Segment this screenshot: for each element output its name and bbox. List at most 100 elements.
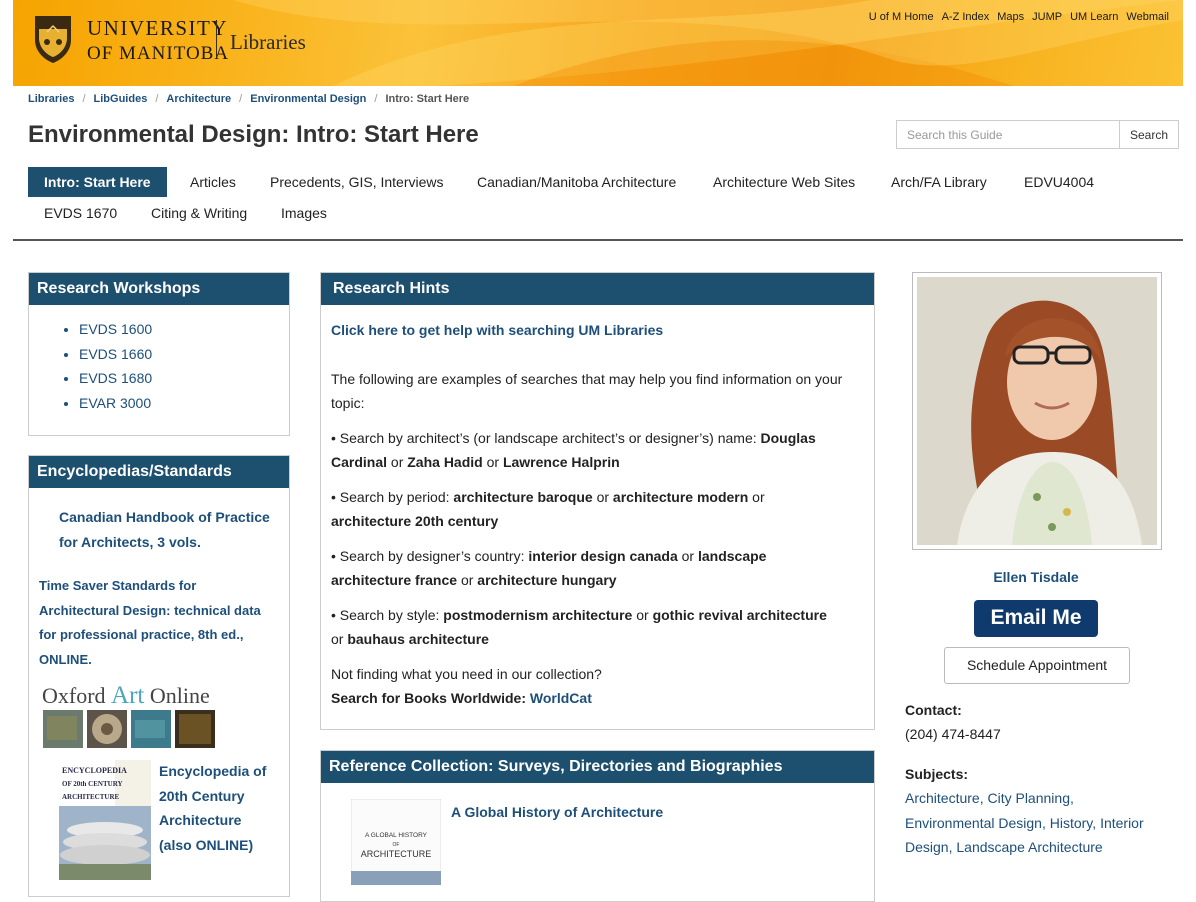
search-term: Douglas xyxy=(760,430,816,446)
hint-text: • Search by style: xyxy=(331,607,444,623)
header-banner: UNIVERSITY OF MANITOBA Libraries U of M … xyxy=(13,0,1183,86)
search-term: Lawrence Halprin xyxy=(502,454,620,470)
link-canadian-handbook[interactable]: Canadian Handbook of Practice for Archit… xyxy=(59,505,270,554)
hint-text: or xyxy=(592,489,613,505)
tab-architecture-web-sites[interactable]: Architecture Web Sites xyxy=(697,167,871,197)
breadcrumb-libguides[interactable]: LibGuides xyxy=(94,93,148,105)
contact-label: Contact: xyxy=(905,702,962,718)
reference-collection-box: Reference Collection: Surveys, Directori… xyxy=(320,750,875,902)
schedule-appointment-button[interactable]: Schedule Appointment xyxy=(944,647,1130,684)
link-line: for professional practice, 8th ed., xyxy=(39,627,244,642)
oxford-art-thumbnails[interactable] xyxy=(43,710,215,750)
top-link-home[interactable]: U of M Home xyxy=(869,11,934,23)
hint-text: or xyxy=(748,489,765,505)
top-link-jump[interactable]: JUMP xyxy=(1032,11,1062,23)
tab-precedents[interactable]: Precedents, GIS, Interviews xyxy=(254,167,460,197)
not-finding-text: Not finding what you need in our collect… xyxy=(331,666,602,682)
hint-text: or xyxy=(331,631,348,647)
research-workshops-box: Research Workshops EVDS 1600 EVDS 1660 E… xyxy=(28,272,290,436)
oxford-art-online-logo[interactable]: Oxford Art Online xyxy=(42,682,210,710)
libraries-title[interactable]: Libraries xyxy=(230,30,306,55)
breadcrumb-libraries[interactable]: Libraries xyxy=(28,93,74,105)
workshop-link-evar-3000[interactable]: EVAR 3000 xyxy=(79,391,289,416)
link-line: Time Saver Standards for xyxy=(39,578,197,593)
page-title: Environmental Design: Intro: Start Here xyxy=(28,121,479,148)
search-term: gothic revival architecture xyxy=(652,607,827,623)
subject-link-architecture[interactable]: Architecture xyxy=(905,790,980,806)
link-global-history-architecture[interactable]: A Global History of Architecture xyxy=(451,804,663,820)
hint-period: • Search by period: architecture baroque… xyxy=(331,485,856,533)
search-term: architecture modern xyxy=(612,489,749,505)
link-line: Architecture xyxy=(159,812,242,828)
cover-text: ARCHITECTURE xyxy=(361,849,432,859)
link-line: 20th Century xyxy=(159,787,245,804)
tabs-divider xyxy=(13,239,1183,241)
subject-link-landscape-architecture[interactable]: Landscape Architecture xyxy=(956,839,1102,855)
tab-images[interactable]: Images xyxy=(265,198,343,228)
top-link-az-index[interactable]: A-Z Index xyxy=(942,11,990,23)
search-term: architecture hungary xyxy=(477,572,617,588)
hints-intro: The following are examples of searches t… xyxy=(331,367,856,415)
university-wordmark[interactable]: UNIVERSITY OF MANITOBA xyxy=(87,16,230,64)
top-link-um-learn[interactable]: UM Learn xyxy=(1070,11,1118,23)
global-history-book-cover[interactable]: A GLOBAL HISTORY OF ARCHITECTURE xyxy=(351,799,441,885)
search-term: landscape xyxy=(697,548,767,564)
hint-text: or xyxy=(457,572,478,588)
search-input[interactable] xyxy=(896,120,1119,149)
workshop-link-evds-1660[interactable]: EVDS 1660 xyxy=(79,342,289,367)
link-time-saver-standards[interactable]: Time Saver Standards for Architectural D… xyxy=(39,574,261,672)
hint-not-finding: Not finding what you need in our collect… xyxy=(331,662,856,710)
hint-text: or xyxy=(677,548,698,564)
hint-architect-name: • Search by architect’s (or landscape ar… xyxy=(331,426,856,474)
search-term: architecture baroque xyxy=(453,489,593,505)
logo-text-online: Online xyxy=(144,683,210,708)
subject-link-city-planning[interactable]: City Planning xyxy=(987,790,1070,806)
tab-edvu4004[interactable]: EDVU4004 xyxy=(1008,167,1110,197)
subject-link-history[interactable]: History xyxy=(1050,815,1093,831)
encyclopedia-20th-century-cover[interactable]: ENCYCLOPEDIA OF 20th CENTURY ARCHITECTUR… xyxy=(59,760,151,880)
university-crest-icon[interactable] xyxy=(33,14,73,64)
help-searching-link[interactable]: Click here to get help with searching UM… xyxy=(331,318,856,342)
search-term: architecture 20th century xyxy=(331,513,499,529)
subjects-list: Architecture, City Planning, Environment… xyxy=(905,790,1144,855)
tab-canadian-manitoba-architecture[interactable]: Canadian/Manitoba Architecture xyxy=(461,167,692,197)
breadcrumb-current: Intro: Start Here xyxy=(385,93,470,105)
research-hints-box: Research Hints Click here to get help wi… xyxy=(320,272,875,730)
hint-text: • Search by designer’s country: xyxy=(331,548,529,564)
subject-link-environmental-design[interactable]: Environmental Design xyxy=(905,815,1042,831)
librarian-name[interactable]: Ellen Tisdale xyxy=(912,569,1160,585)
cover-text: ENCYCLOPEDIA xyxy=(62,766,127,775)
librarian-portrait-image xyxy=(917,277,1157,545)
link-encyclopedia-20th-century[interactable]: Encyclopedia of 20th Century Architectur… xyxy=(159,759,266,857)
link-line: (also ONLINE) xyxy=(159,836,254,853)
tab-evds-1670[interactable]: EVDS 1670 xyxy=(28,198,133,228)
contact-phone: (204) 474-8447 xyxy=(905,726,1001,742)
breadcrumb-architecture[interactable]: Architecture xyxy=(166,93,231,105)
tab-articles[interactable]: Articles xyxy=(174,167,252,197)
email-me-button[interactable]: Email Me xyxy=(974,600,1098,637)
encyclopedias-box: Encyclopedias/Standards Canadian Handboo… xyxy=(28,455,290,897)
breadcrumb-environmental-design[interactable]: Environmental Design xyxy=(250,93,366,105)
top-link-webmail[interactable]: Webmail xyxy=(1126,11,1169,23)
search-term: interior design canada xyxy=(528,548,678,564)
hint-text: or xyxy=(387,454,408,470)
workshop-link-evds-1600[interactable]: EVDS 1600 xyxy=(79,317,289,342)
worldcat-link[interactable]: WorldCat xyxy=(530,690,592,706)
reference-collection-title: Reference Collection: Surveys, Directori… xyxy=(321,751,874,783)
university-name-line2: OF MANITOBA xyxy=(87,43,230,64)
tab-intro-start-here[interactable]: Intro: Start Here xyxy=(28,167,167,197)
tab-arch-fa-library[interactable]: Arch/FA Library xyxy=(875,167,1003,197)
worldwide-label: Search for Books Worldwide: xyxy=(331,690,530,706)
top-links: U of M Home A-Z Index Maps JUMP UM Learn… xyxy=(869,11,1169,23)
hint-style: • Search by style: postmodernism archite… xyxy=(331,603,856,651)
search-button[interactable]: Search xyxy=(1119,120,1180,149)
workshops-list: EVDS 1600 EVDS 1660 EVDS 1680 EVAR 3000 xyxy=(29,317,289,415)
university-name-line1: UNIVERSITY xyxy=(87,16,228,40)
guide-search: Search xyxy=(896,120,1180,149)
tab-citing-writing[interactable]: Citing & Writing xyxy=(135,198,263,228)
encyclopedias-title: Encyclopedias/Standards xyxy=(29,456,289,488)
top-link-maps[interactable]: Maps xyxy=(997,11,1024,23)
link-line: Architectural Design: technical data xyxy=(39,602,261,618)
cover-text: OF xyxy=(393,842,400,848)
workshop-link-evds-1680[interactable]: EVDS 1680 xyxy=(79,366,289,391)
